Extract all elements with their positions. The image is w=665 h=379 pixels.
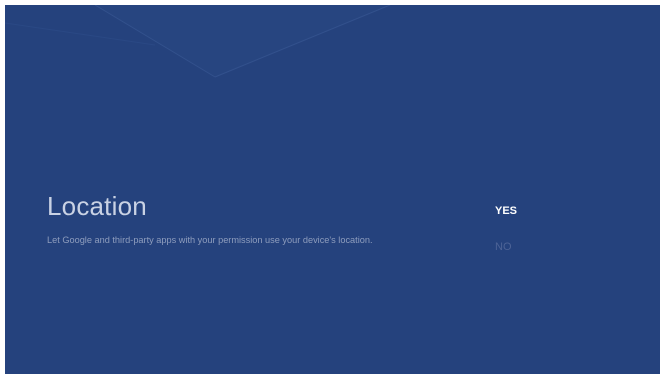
setting-description: Let Google and third-party apps with you… xyxy=(47,235,373,245)
page-title: Location xyxy=(47,191,147,221)
yes-option[interactable]: YES xyxy=(495,205,517,217)
location-settings-screen: Location Let Google and third-party apps… xyxy=(5,5,660,374)
background-decoration xyxy=(5,5,391,78)
no-option[interactable]: NO xyxy=(495,241,512,253)
